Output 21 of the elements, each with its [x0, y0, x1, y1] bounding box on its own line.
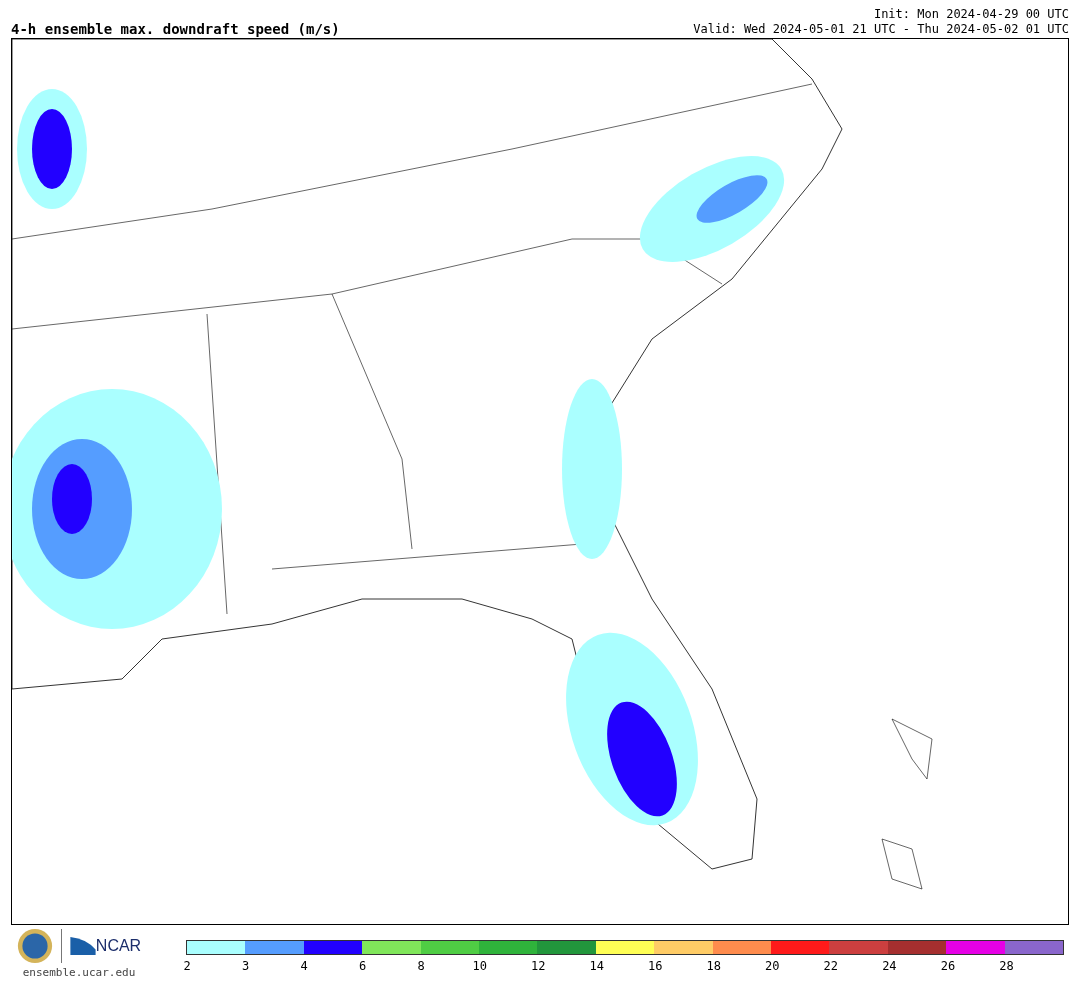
- chart-title: 4-h ensemble max. downdraft speed (m/s): [11, 21, 340, 37]
- tick-label: 8: [417, 959, 425, 973]
- tick-label: 12: [530, 959, 546, 973]
- tick-label: 24: [882, 959, 897, 973]
- tick-label: 28: [999, 959, 1014, 973]
- website-url: ensemble.ucar.edu: [22, 966, 136, 979]
- tick-label: 20: [765, 959, 780, 973]
- tick-label: 6: [359, 959, 367, 973]
- tick-label: 10: [472, 959, 487, 973]
- tick-label: 26: [940, 959, 956, 973]
- tick-label: 18: [706, 959, 721, 973]
- tick-label: 16: [648, 959, 663, 973]
- tick-label: 3: [241, 959, 250, 973]
- seal-logo-icon: [16, 928, 53, 964]
- tick-label: 14: [589, 959, 604, 973]
- tick-label: 22: [823, 959, 839, 973]
- init-time: Init: Mon 2024-04-29 00 UTC: [873, 7, 1069, 22]
- tick-label: 4: [300, 959, 308, 973]
- valid-time: Valid: Wed 2024-05-01 21 UTC - Thu 2024-05-02 01 UTC: [693, 22, 1069, 37]
- agency-logo: NCAR: [69, 937, 142, 955]
- tick-label: 2: [183, 959, 191, 973]
